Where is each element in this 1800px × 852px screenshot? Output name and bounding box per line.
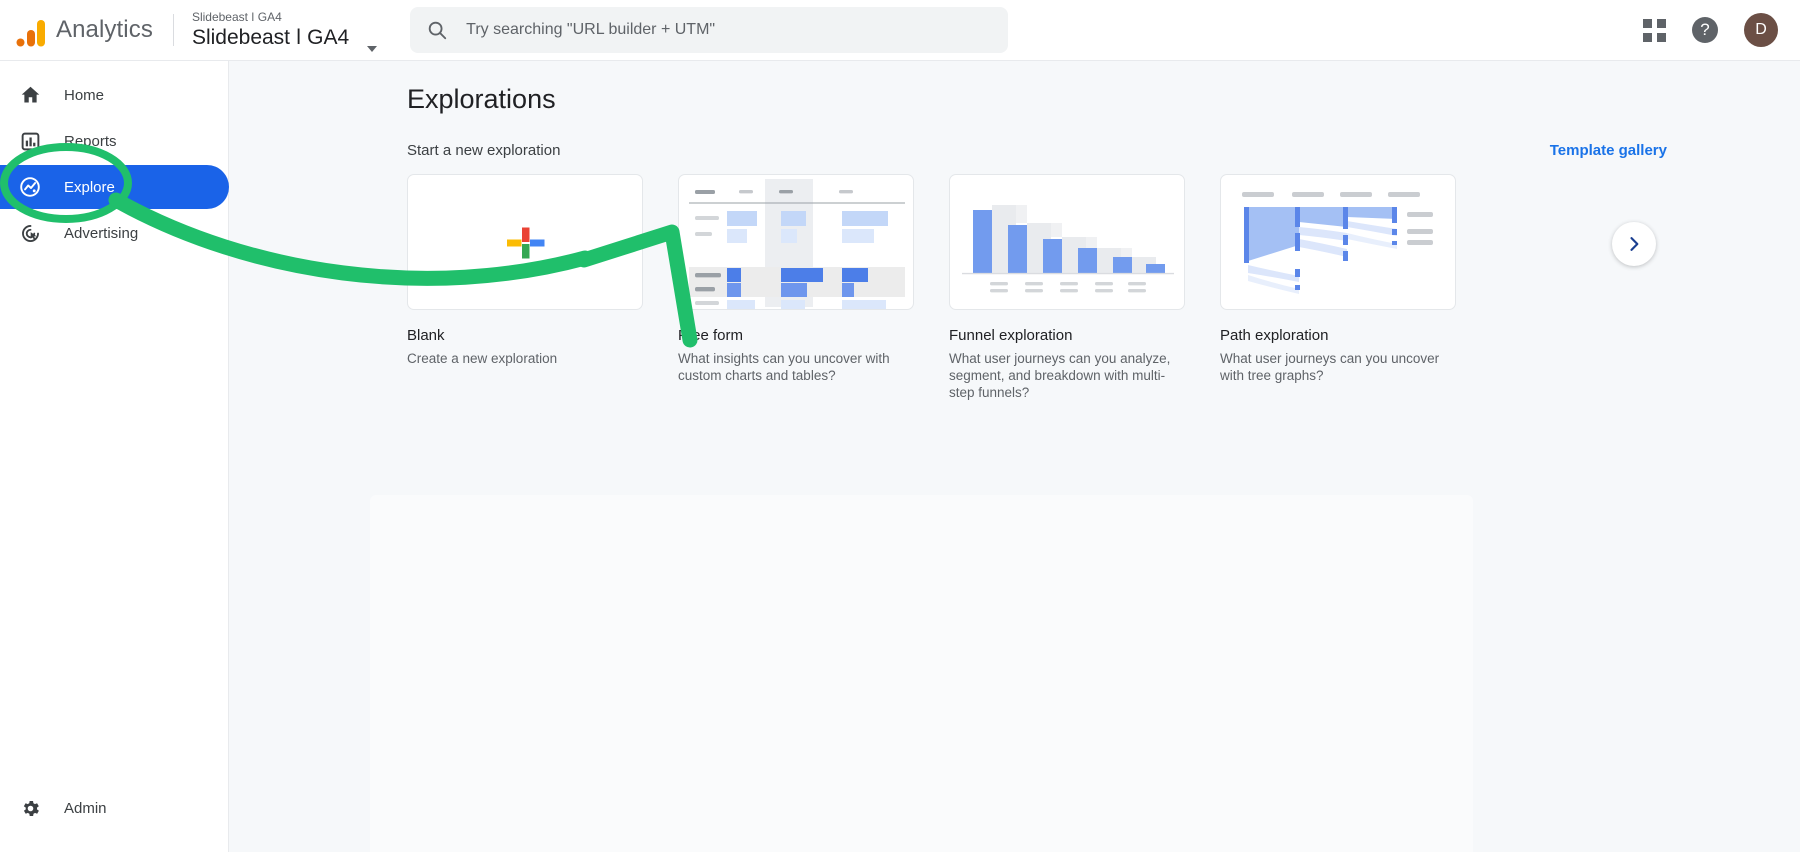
blank-thumbnail bbox=[407, 174, 643, 310]
avatar[interactable]: D bbox=[1744, 13, 1778, 47]
bar-chart-icon bbox=[18, 129, 42, 153]
plus-multicolor-icon bbox=[507, 227, 545, 259]
template-gallery-link[interactable]: Template gallery bbox=[1550, 142, 1667, 159]
brand-name: Analytics bbox=[56, 16, 153, 43]
page-title: Explorations bbox=[407, 84, 556, 114]
chevron-right-icon bbox=[1630, 237, 1639, 251]
next-cards-button[interactable] bbox=[1612, 222, 1656, 266]
sidebar-item-reports[interactable]: Reports bbox=[0, 119, 228, 163]
sidebar: Home Reports Explore Advertising Admin bbox=[0, 61, 229, 852]
card-description: Create a new exploration bbox=[407, 351, 558, 366]
analytics-logo-icon bbox=[12, 13, 50, 47]
exploration-cards-strip: Blank Create a new exploration Free form… bbox=[407, 174, 1737, 401]
app-root: Analytics Slidebeast ǀ GA4 Slidebeast ǀ … bbox=[0, 0, 1800, 852]
card-title: Funnel exploration bbox=[949, 327, 1073, 344]
exploration-card-free-form[interactable]: Free form What insights can you uncover … bbox=[678, 174, 914, 401]
free-form-thumbnail bbox=[678, 174, 914, 310]
gear-icon bbox=[18, 796, 42, 820]
sidebar-item-label: Advertising bbox=[64, 224, 139, 242]
account-subtitle: Slidebeast ǀ GA4 bbox=[191, 10, 282, 24]
search-input[interactable] bbox=[466, 21, 987, 39]
top-bar: Analytics Slidebeast ǀ GA4 Slidebeast ǀ … bbox=[0, 0, 1800, 61]
sidebar-item-home[interactable]: Home bbox=[0, 73, 228, 117]
card-title: Blank bbox=[407, 327, 445, 344]
apps-grid-icon[interactable] bbox=[1643, 18, 1666, 42]
brand-divider bbox=[172, 14, 174, 46]
explorations-list-panel bbox=[370, 495, 1473, 852]
sidebar-item-explore[interactable]: Explore bbox=[0, 165, 229, 209]
advertising-target-icon bbox=[18, 221, 42, 245]
card-title: Free form bbox=[678, 327, 744, 344]
sidebar-item-label: Home bbox=[64, 86, 105, 104]
section-header: Start a new exploration Template gallery bbox=[407, 142, 1667, 159]
card-description: What user journeys can you analyze, segm… bbox=[949, 351, 1171, 400]
top-bar-actions: ? D bbox=[1643, 13, 1778, 47]
explore-compass-icon bbox=[18, 175, 42, 199]
search-bar[interactable] bbox=[410, 7, 1009, 53]
exploration-card-blank[interactable]: Blank Create a new exploration bbox=[407, 174, 643, 401]
sidebar-item-advertising[interactable]: Advertising bbox=[0, 211, 228, 255]
account-title: Slidebeast ǀ GA4 bbox=[191, 26, 350, 49]
search-icon bbox=[426, 19, 448, 41]
exploration-card-funnel[interactable]: Funnel exploration What user journeys ca… bbox=[949, 174, 1185, 401]
home-icon bbox=[18, 83, 42, 107]
section-label: Start a new exploration bbox=[407, 142, 561, 159]
sidebar-item-label: Reports bbox=[64, 132, 117, 150]
account-switcher[interactable]: Slidebeast ǀ GA4 Slidebeast ǀ GA4 bbox=[192, 10, 349, 50]
sidebar-item-admin[interactable]: Admin bbox=[0, 786, 229, 830]
sidebar-item-label: Explore bbox=[64, 178, 115, 196]
exploration-cards: Blank Create a new exploration Free form… bbox=[407, 174, 1737, 401]
path-thumbnail bbox=[1220, 174, 1456, 310]
card-title: Path exploration bbox=[1220, 327, 1329, 344]
main-content: Explorations Start a new exploration Tem… bbox=[229, 61, 1800, 852]
chevron-down-icon[interactable] bbox=[367, 46, 378, 52]
exploration-card-path[interactable]: Path exploration What user journeys can … bbox=[1220, 174, 1456, 401]
card-description: What user journeys can you uncover with … bbox=[1220, 351, 1440, 383]
funnel-thumbnail bbox=[949, 174, 1185, 310]
card-description: What insights can you uncover with custo… bbox=[678, 351, 890, 383]
help-icon[interactable]: ? bbox=[1692, 17, 1718, 43]
sidebar-item-label: Admin bbox=[64, 799, 107, 817]
